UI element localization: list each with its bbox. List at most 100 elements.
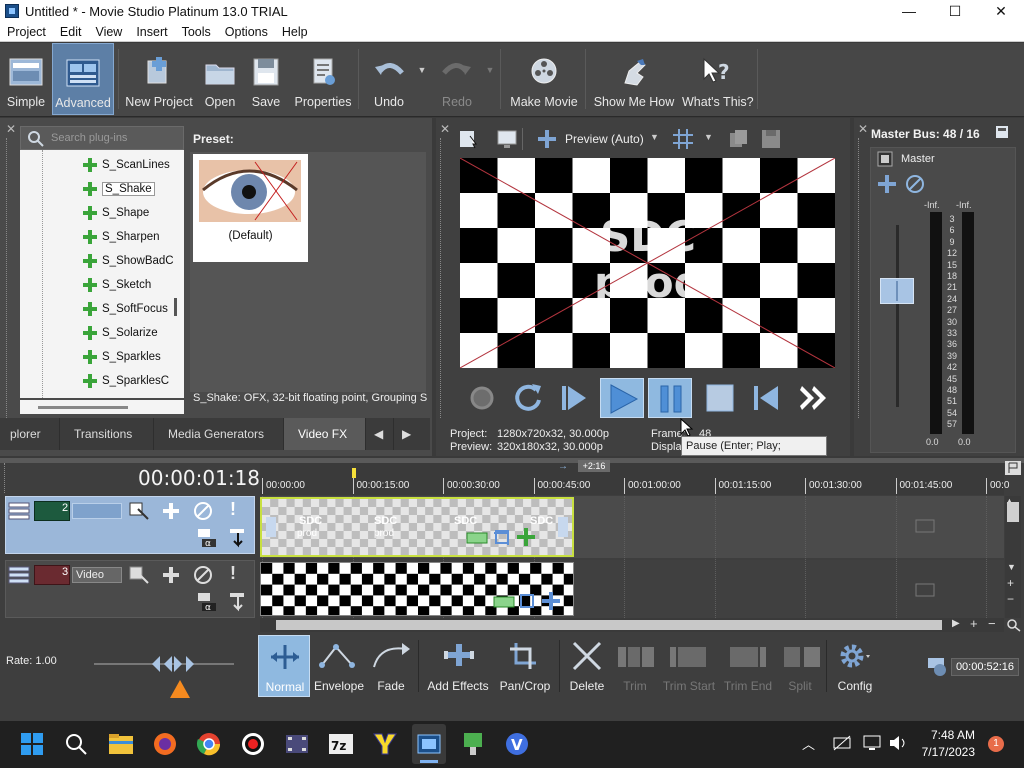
- envelope-edit-tool[interactable]: Envelope: [312, 635, 366, 697]
- track-fx-icon[interactable]: [160, 565, 182, 585]
- plugin-search-box[interactable]: Search plug-ins: [20, 126, 184, 150]
- panel-close-icon[interactable]: ✕: [858, 122, 868, 136]
- minimize-button[interactable]: —: [886, 0, 932, 22]
- zoom-magnifier-icon[interactable]: [1006, 618, 1022, 632]
- tab-media-generators[interactable]: Media Generators: [154, 418, 284, 450]
- undo-button[interactable]: Undo: [366, 43, 412, 115]
- video-event-clip[interactable]: [260, 562, 574, 616]
- event-pan-crop-icon[interactable]: [466, 529, 488, 547]
- fade-button[interactable]: Fade: [368, 635, 414, 697]
- track-solo-icon[interactable]: !: [230, 563, 236, 584]
- plugin-item[interactable]: S_Sketch: [82, 274, 151, 296]
- track-mute-icon[interactable]: [192, 501, 214, 521]
- save-button[interactable]: Save: [246, 43, 286, 115]
- track-solo-icon[interactable]: !: [230, 499, 236, 520]
- compositing-mode-icon[interactable]: α: [196, 527, 218, 549]
- show-hidden-icons-chevron-icon[interactable]: ︿: [802, 734, 815, 753]
- zoom-out-vertical-icon[interactable]: −: [1007, 592, 1014, 606]
- event-fx-icon[interactable]: [541, 591, 561, 611]
- external-monitor-icon[interactable]: [496, 128, 518, 150]
- close-button[interactable]: ✕: [978, 0, 1024, 22]
- rate-slider-handle[interactable]: [150, 654, 196, 674]
- vscroll-thumb[interactable]: [1007, 502, 1019, 522]
- pause-button[interactable]: [648, 378, 692, 418]
- timeline-vscrollbar[interactable]: ▲ ▼ + −: [1005, 496, 1021, 618]
- tab-video-fx[interactable]: Video FX: [284, 418, 366, 450]
- clip-right-handle[interactable]: [558, 517, 568, 537]
- config-button[interactable]: Config: [832, 635, 878, 697]
- advanced-button[interactable]: Advanced: [52, 43, 114, 115]
- delete-button[interactable]: Delete: [564, 635, 610, 697]
- menu-options[interactable]: Options: [218, 25, 275, 39]
- tab-transitions[interactable]: Transitions: [60, 418, 154, 450]
- track-minimize-icon[interactable]: [8, 501, 30, 521]
- v-app-icon[interactable]: V: [504, 731, 530, 757]
- clock-time[interactable]: 7:48 AM: [921, 728, 975, 742]
- scroll-down-icon[interactable]: ▼: [1007, 562, 1016, 572]
- more-controls-icon[interactable]: [794, 378, 838, 418]
- track-fx-icon[interactable]: [160, 501, 182, 521]
- preview-quality-dropdown[interactable]: Preview (Auto): [565, 132, 644, 146]
- clip-left-handle[interactable]: [266, 517, 276, 537]
- whats-this-button[interactable]: ? What's This?: [682, 43, 754, 115]
- timecode-display[interactable]: 00:00:01:18: [138, 466, 260, 490]
- maximize-button[interactable]: ☐: [932, 0, 978, 22]
- track-name-field[interactable]: Video: [72, 567, 122, 583]
- taskbar-search-icon[interactable]: [64, 732, 88, 756]
- 7zip-icon[interactable]: 7z: [328, 731, 354, 757]
- panel-close-icon[interactable]: ✕: [440, 122, 450, 136]
- event-fx-icon[interactable]: [516, 527, 536, 547]
- tab-scroll-left-icon[interactable]: ◀: [366, 418, 394, 450]
- tree-scrollbar-thumb[interactable]: [174, 298, 177, 316]
- compositing-mode-icon[interactable]: α: [196, 591, 218, 613]
- video-editor-icon[interactable]: [284, 731, 310, 757]
- pan-crop-button[interactable]: Pan/Crop: [496, 635, 554, 697]
- windows-start-icon[interactable]: [20, 732, 44, 756]
- plugin-item[interactable]: S_SparklesC: [82, 370, 169, 392]
- presenter-app-icon[interactable]: [460, 731, 486, 757]
- chevron-down-icon[interactable]: ▼: [704, 132, 713, 142]
- plugin-item[interactable]: S_Sharpen: [82, 226, 160, 248]
- tab-explorer[interactable]: plorer: [0, 418, 60, 450]
- play-from-start-button[interactable]: [552, 378, 596, 418]
- plugin-item[interactable]: S_SoftFocus: [82, 298, 168, 320]
- zoom-out-time-icon[interactable]: −: [988, 616, 996, 631]
- track-header-video-3[interactable]: 3 Video ! α: [5, 560, 255, 618]
- monitor-icon[interactable]: [862, 734, 882, 752]
- plugin-item[interactable]: S_Solarize: [82, 322, 158, 344]
- mute-icon[interactable]: [904, 173, 926, 195]
- plugin-item-selected[interactable]: S_Shake: [82, 178, 155, 200]
- file-explorer-icon[interactable]: [108, 732, 134, 756]
- stop-button[interactable]: [698, 378, 742, 418]
- track-name-field[interactable]: [72, 503, 122, 519]
- plugin-item[interactable]: S_ShowBadC: [82, 250, 174, 272]
- tree-hscrollbar[interactable]: [20, 400, 184, 414]
- make-movie-button[interactable]: Make Movie: [508, 43, 580, 115]
- chevron-down-icon[interactable]: ▼: [650, 132, 659, 142]
- notification-badge[interactable]: 1: [988, 736, 1004, 752]
- track-motion-icon[interactable]: [128, 501, 150, 521]
- firefox-icon[interactable]: [152, 731, 178, 757]
- yellow-y-app-icon[interactable]: [372, 731, 398, 757]
- zoom-in-vertical-icon[interactable]: +: [1007, 576, 1014, 590]
- hscroll-thumb[interactable]: [276, 620, 942, 630]
- show-me-how-button[interactable]: Show Me How: [592, 43, 676, 115]
- panel-grip[interactable]: [6, 138, 10, 418]
- master-fx-icon[interactable]: [876, 173, 898, 195]
- mixer-properties-icon[interactable]: [994, 124, 1010, 140]
- menu-tools[interactable]: Tools: [175, 25, 218, 39]
- track-minimize-icon[interactable]: [8, 565, 30, 585]
- end-time-display[interactable]: 00:00:52:16: [951, 658, 1019, 676]
- network-icon[interactable]: [832, 734, 852, 752]
- simple-button[interactable]: Simple: [2, 43, 50, 115]
- scroll-right-icon[interactable]: ▶: [952, 618, 960, 629]
- panel-close-icon[interactable]: ✕: [6, 122, 16, 136]
- playhead-marker[interactable]: [352, 468, 356, 478]
- panel-grip[interactable]: [858, 138, 862, 418]
- timeline-hscrollbar[interactable]: ▶ + −: [260, 616, 1004, 632]
- tab-scroll-right-icon[interactable]: ▶: [394, 418, 422, 450]
- menu-edit[interactable]: Edit: [53, 25, 89, 39]
- play-button[interactable]: [600, 378, 644, 418]
- preset-card[interactable]: (Default): [193, 154, 308, 262]
- go-to-start-button[interactable]: [746, 378, 790, 418]
